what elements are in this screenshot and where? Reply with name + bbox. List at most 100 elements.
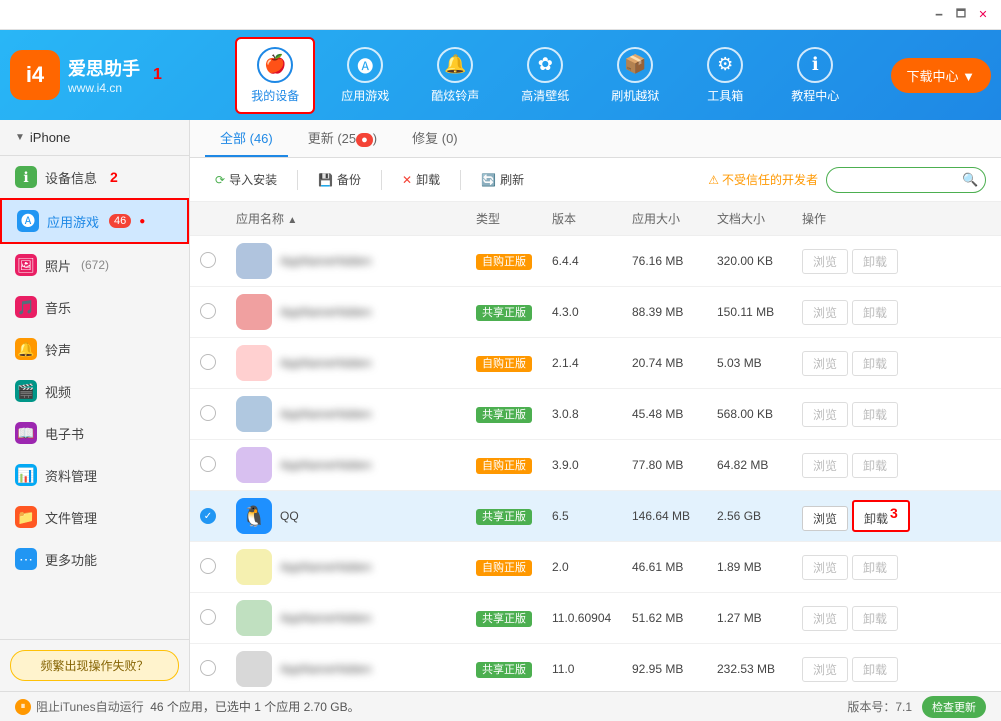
nav-wallpapers[interactable]: ✿ 高清壁纸 <box>505 39 585 112</box>
row-checkbox[interactable] <box>200 252 216 268</box>
app-name-cell: AppNameHidden <box>236 243 436 279</box>
uninstall-row-btn[interactable]: 卸载 <box>852 351 898 376</box>
row-checkbox[interactable] <box>200 456 216 472</box>
ringtones-icon: 🔔 <box>15 338 37 360</box>
app-table: 应用名称 ▲ 类型 版本 应用大小 文档大小 操作 AppNameHidden自… <box>190 202 1001 691</box>
uninstall-row-btn[interactable]: 卸载 <box>852 555 898 580</box>
import-icon: ⟳ <box>215 173 225 187</box>
sidebar-item-ebooks-label: 电子书 <box>45 424 84 443</box>
app-actions: 浏览卸载 <box>792 338 1001 389</box>
logo-icon: i4 <box>10 50 60 100</box>
table-row[interactable]: AppNameHidden自购正版3.9.077.80 MB64.82 MB浏览… <box>190 440 1001 491</box>
app-type-badge: 共享正版 <box>476 611 532 627</box>
stop-itunes-btn[interactable]: ⏸ 阻止iTunes自动运行 <box>15 698 144 715</box>
sidebar-item-more[interactable]: ⋯ 更多功能 <box>0 538 189 580</box>
sidebar-item-app-games[interactable]: 🅐 应用游戏 46 ● <box>0 198 189 244</box>
browse-btn[interactable]: 浏览 <box>802 402 848 427</box>
minimize-btn[interactable]: 🗕 <box>929 5 949 25</box>
nav-ringtones[interactable]: 🔔 酷炫铃声 <box>415 39 495 112</box>
sidebar-item-ebooks[interactable]: 📖 电子书 <box>0 412 189 454</box>
uninstall-row-btn[interactable]: 卸载 <box>852 606 898 631</box>
logo-area: i4 爱思助手 www.i4.cn 1 <box>10 50 200 100</box>
browse-btn[interactable]: 浏览 <box>802 249 848 274</box>
close-btn[interactable]: ✕ <box>973 5 993 25</box>
search-box[interactable]: 🔍 <box>826 167 986 193</box>
browse-btn[interactable]: 浏览 <box>802 657 848 682</box>
sidebar-item-ringtones-label: 铃声 <box>45 340 71 359</box>
sidebar-item-file-mgmt[interactable]: 📁 文件管理 <box>0 496 189 538</box>
backup-btn[interactable]: 💾 备份 <box>308 166 371 193</box>
sidebar-item-data-mgmt[interactable]: 📊 资料管理 <box>0 454 189 496</box>
app-doc-size: 5.03 MB <box>707 338 792 389</box>
search-input[interactable] <box>837 173 957 187</box>
nav-my-device[interactable]: 🍎 我的设备 <box>235 37 315 114</box>
nav-ringtones-icon: 🔔 <box>437 47 473 83</box>
app-name-text: AppNameHidden <box>280 662 371 676</box>
nav-tutorial[interactable]: ℹ 教程中心 <box>775 39 855 112</box>
app-size: 92.95 MB <box>622 644 707 692</box>
browse-btn[interactable]: 浏览 <box>802 555 848 580</box>
browse-btn[interactable]: 浏览 <box>802 506 848 531</box>
sidebar-item-device-info[interactable]: ℹ 设备信息 2 <box>0 156 189 198</box>
table-row[interactable]: ✓🐧QQ共享正版6.5146.64 MB2.56 GB浏览卸载3 <box>190 491 1001 542</box>
uninstall-row-btn[interactable]: 卸载 <box>852 300 898 325</box>
row-checkbox[interactable] <box>200 660 216 676</box>
maximize-btn[interactable]: 🗖 <box>951 5 971 25</box>
table-row[interactable]: AppNameHidden共享正版3.0.845.48 MB568.00 KB浏… <box>190 389 1001 440</box>
browse-btn[interactable]: 浏览 <box>802 300 848 325</box>
row-checkbox[interactable] <box>200 303 216 319</box>
app-size: 20.74 MB <box>622 338 707 389</box>
nav-ringtones-label: 酷炫铃声 <box>431 87 479 104</box>
row-checkbox[interactable] <box>200 558 216 574</box>
tab-repair-label: 修复 (0) <box>412 131 458 146</box>
row-checkbox[interactable] <box>200 609 216 625</box>
uninstall-row-btn[interactable]: 卸载 <box>852 402 898 427</box>
th-version: 版本 <box>542 202 622 236</box>
sidebar-item-more-label: 更多功能 <box>45 550 97 569</box>
table-row[interactable]: AppNameHidden共享正版11.092.95 MB232.53 MB浏览… <box>190 644 1001 692</box>
browse-btn[interactable]: 浏览 <box>802 453 848 478</box>
app-icon <box>236 243 272 279</box>
nav-toolbox-icon: ⚙ <box>707 47 743 83</box>
tab-repair[interactable]: 修复 (0) <box>397 120 473 157</box>
check-update-btn[interactable]: 检查更新 <box>922 696 986 718</box>
browse-btn[interactable]: 浏览 <box>802 351 848 376</box>
table-row[interactable]: AppNameHidden自购正版6.4.476.16 MB320.00 KB浏… <box>190 236 1001 287</box>
sidebar-item-music[interactable]: 🎵 音乐 <box>0 286 189 328</box>
row-checkbox[interactable]: ✓ <box>200 508 216 524</box>
import-install-btn[interactable]: ⟳ 导入安装 <box>205 166 287 193</box>
download-center-btn[interactable]: 下载中心 ▼ <box>891 58 991 93</box>
app-name-cell: AppNameHidden <box>236 345 436 381</box>
app-table-body: AppNameHidden自购正版6.4.476.16 MB320.00 KB浏… <box>190 236 1001 692</box>
tab-update[interactable]: 更新 (25●) <box>293 120 392 157</box>
row-checkbox[interactable] <box>200 405 216 421</box>
uninstall-toolbar-btn[interactable]: ✕ 卸载 <box>392 166 450 193</box>
tab-all-label: 全部 (46) <box>220 131 273 146</box>
uninstall-row-btn[interactable]: 卸载 <box>852 249 898 274</box>
nav-app-games[interactable]: 🅐 应用游戏 <box>325 39 405 112</box>
sidebar-item-music-label: 音乐 <box>45 298 71 317</box>
table-row[interactable]: AppNameHidden共享正版11.0.6090451.62 MB1.27 … <box>190 593 1001 644</box>
uninstall-row-btn[interactable]: 卸载 <box>852 657 898 682</box>
row-checkbox[interactable] <box>200 354 216 370</box>
toolbar: ⟳ 导入安装 💾 备份 ✕ 卸载 🔄 刷新 ⚠ 不受信任的开发者 <box>190 158 1001 202</box>
tab-all[interactable]: 全部 (46) <box>205 120 288 157</box>
sidebar-item-photos[interactable]: 🖼 照片 (672) <box>0 244 189 286</box>
app-name-text: AppNameHidden <box>280 305 371 319</box>
app-doc-size: 64.82 MB <box>707 440 792 491</box>
app-size: 77.80 MB <box>622 440 707 491</box>
th-doc-size: 文档大小 <box>707 202 792 236</box>
sidebar-item-videos[interactable]: 🎬 视频 <box>0 370 189 412</box>
nav-jailbreak[interactable]: 📦 刷机越狱 <box>595 39 675 112</box>
freq-fail-btn[interactable]: 频繁出现操作失败？ <box>10 650 179 681</box>
table-row[interactable]: AppNameHidden自购正版2.1.420.74 MB5.03 MB浏览卸… <box>190 338 1001 389</box>
uninstall-row-btn[interactable]: 卸载3 <box>852 500 910 532</box>
browse-btn[interactable]: 浏览 <box>802 606 848 631</box>
sidebar-item-ringtones[interactable]: 🔔 铃声 <box>0 328 189 370</box>
table-row[interactable]: AppNameHidden共享正版4.3.088.39 MB150.11 MB浏… <box>190 287 1001 338</box>
app-name-text: AppNameHidden <box>280 254 371 268</box>
nav-toolbox[interactable]: ⚙ 工具箱 <box>685 39 765 112</box>
uninstall-row-btn[interactable]: 卸载 <box>852 453 898 478</box>
table-row[interactable]: AppNameHidden自购正版2.046.61 MB1.89 MB浏览卸载 <box>190 542 1001 593</box>
refresh-btn[interactable]: 🔄 刷新 <box>471 166 534 193</box>
